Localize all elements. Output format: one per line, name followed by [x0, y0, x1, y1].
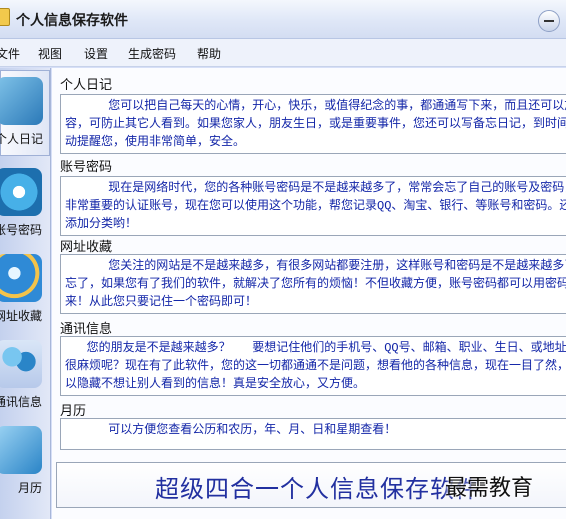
password-text: 现在是网络时代，您的各种账号密码是不是越来越多了，常常会忘了自己的账号及密码，尤…	[65, 181, 566, 231]
section-title-web: 网址收藏	[60, 240, 113, 255]
section-title-calendar: 月历	[60, 404, 87, 419]
contacts-textbox[interactable]: 您的朋友是不是越来越多？ 要想记住他们的手机号、QQ号、邮箱、职业、生日、或地址…	[60, 336, 566, 396]
sidebar-item-contacts[interactable]: 通讯信息	[0, 334, 48, 418]
window-title: 个人信息保存软件	[16, 13, 128, 29]
sidebar-item-calendar[interactable]: 月历	[0, 420, 48, 504]
sidebar-item-label: 月历	[17, 481, 42, 495]
app-icon	[0, 8, 10, 26]
contact-icon	[0, 340, 42, 388]
menu-file[interactable]: 文件	[0, 45, 20, 62]
section-title-diary: 个人日记	[60, 78, 113, 93]
sidebar-item-password[interactable]: 账号密码	[0, 162, 48, 246]
contacts-text: 您的朋友是不是越来越多？ 要想记住他们的手机号、QQ号、邮箱、职业、生日、或地址…	[65, 341, 566, 391]
sidebar-item-label: 通讯信息	[0, 395, 42, 409]
password-icon	[0, 168, 42, 216]
diary-textbox[interactable]: 您可以把自己每天的心情，开心，快乐，或值得纪念的事，都通通写下来，而且还可以加密…	[60, 94, 566, 154]
title-bar: 个人信息保存软件	[0, 0, 566, 39]
minimize-button[interactable]	[538, 10, 560, 32]
sidebar-item-label: 账号密码	[0, 223, 42, 237]
menu-view[interactable]: 视图	[38, 45, 62, 62]
web-text: 您关注的网站是不是越来越多，有很多网站都要注册，这样账号和密码是不是越来越多了，…	[65, 259, 566, 309]
section-title-password: 账号密码	[60, 160, 113, 175]
sidebar-item-diary[interactable]: 个人日记	[0, 70, 50, 156]
diary-text: 您可以把自己每天的心情，开心，快乐，或值得纪念的事，都通通写下来，而且还可以加密…	[65, 99, 566, 149]
section-title-contacts: 通讯信息	[60, 322, 113, 337]
sidebar-item-label: 个人日记	[0, 132, 43, 146]
calendar-icon	[0, 426, 42, 474]
password-textbox[interactable]: 现在是网络时代，您的各种账号密码是不是越来越多了，常常会忘了自己的账号及密码，尤…	[60, 176, 566, 236]
diary-icon	[0, 77, 43, 125]
menu-help[interactable]: 帮助	[197, 45, 221, 62]
web-textbox[interactable]: 您关注的网站是不是越来越多，有很多网站都要注册，这样账号和密码是不是越来越多了，…	[60, 254, 566, 314]
watermark: 最需教育	[445, 476, 534, 501]
banner-text: 超级四合一个人信息保存软件	[155, 475, 480, 503]
sidebar-item-web[interactable]: 网址收藏	[0, 248, 48, 332]
web-icon	[0, 254, 42, 302]
content-area: 个人日记 您可以把自己每天的心情，开心，快乐，或值得纪念的事，都通通写下来，而且…	[52, 68, 566, 519]
calendar-textbox[interactable]: 可以方便您查看公历和农历，年、月、日和星期查看！	[60, 418, 566, 450]
calendar-text: 可以方便您查看公历和农历，年、月、日和星期查看！	[65, 423, 397, 437]
sidebar-item-label: 网址收藏	[0, 309, 42, 323]
menu-generate-password[interactable]: 生成密码	[128, 45, 176, 62]
sidebar: 个人日记 账号密码 网址收藏 通讯信息 月历	[0, 68, 51, 519]
menu-bar: 文件 视图 设置 生成密码 帮助	[0, 39, 566, 67]
menu-settings[interactable]: 设置	[84, 45, 108, 62]
